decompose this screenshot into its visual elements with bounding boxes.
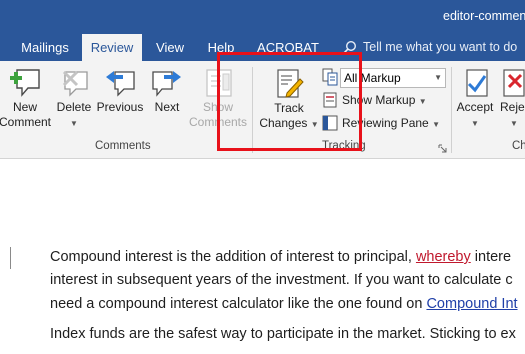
delete-comment-icon — [62, 70, 88, 97]
chevron-down-icon: ▼ — [434, 73, 442, 82]
change-bar — [10, 247, 11, 269]
delete-comment-button[interactable]: Delete ▼ — [52, 66, 96, 131]
accept-icon — [466, 69, 488, 97]
chevron-down-icon: ▼ — [70, 119, 78, 128]
tell-me-placeholder: Tell me what you want to do — [363, 40, 518, 54]
document-title: editor-commen — [443, 9, 525, 23]
paragraph-1-line-2: interest in subsequent years of the inve… — [50, 272, 513, 288]
highlight-box — [217, 52, 362, 151]
accept-button[interactable]: Accept ▼ — [452, 66, 498, 131]
tab-mailings[interactable]: Mailings — [10, 34, 80, 61]
chevron-down-icon: ▼ — [432, 120, 440, 129]
tab-review[interactable]: Review — [82, 34, 142, 61]
previous-comment-icon — [106, 71, 135, 97]
changes-group-label: Ch — [512, 140, 525, 152]
comments-group-label: Comments — [95, 140, 151, 152]
compound-interest-link[interactable]: Compound Int — [426, 296, 517, 312]
new-comment-icon — [10, 69, 40, 97]
paragraph-1-line-1: Compound interest is the addition of int… — [50, 249, 512, 265]
reject-button[interactable]: Reje ▼ — [500, 66, 525, 131]
chevron-down-icon: ▼ — [510, 119, 518, 128]
tracked-change-word[interactable]: whereby — [416, 249, 471, 265]
tab-view[interactable]: View — [150, 34, 190, 61]
reject-icon — [503, 69, 525, 97]
document-canvas[interactable]: Compound interest is the addition of int… — [0, 159, 525, 354]
next-comment-icon — [152, 71, 181, 97]
chevron-down-icon: ▼ — [471, 119, 479, 128]
new-comment-button[interactable]: New Comment — [0, 66, 52, 130]
paragraph-1-line-3: need a compound interest calculator like… — [50, 296, 518, 312]
chevron-down-icon: ▼ — [418, 97, 427, 106]
next-comment-button[interactable]: Next — [147, 66, 187, 115]
previous-comment-button[interactable]: Previous — [96, 66, 144, 115]
paragraph-2-line-1: Index funds are the safest way to partic… — [50, 326, 516, 342]
dialog-launcher-icon[interactable] — [438, 144, 447, 153]
title-bar: editor-commen — [0, 0, 525, 34]
